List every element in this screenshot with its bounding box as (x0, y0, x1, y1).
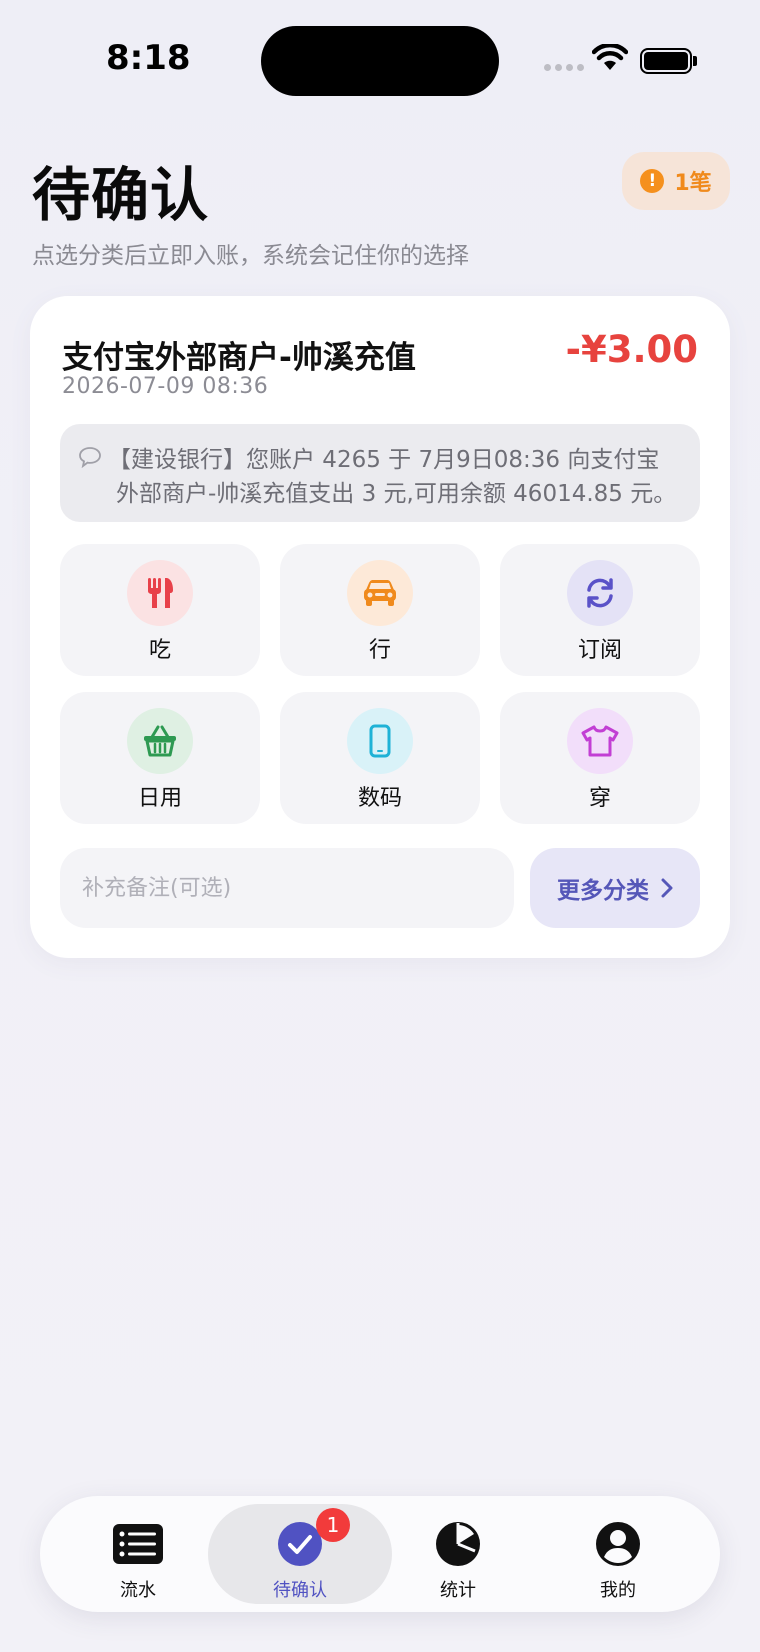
category-label: 数码 (357, 786, 402, 811)
sms-text-line2: 外部商户-帅溪充值支出 3 元,可用余额 46014.85 元。 (116, 481, 677, 507)
more-categories-button[interactable]: 更多分类 (530, 848, 700, 928)
category-clothing[interactable]: 穿 (500, 692, 700, 824)
pending-badge: 1 (316, 1508, 350, 1542)
category-digital[interactable]: 数码 (280, 692, 480, 824)
tab-pending[interactable]: 1 待确认 (208, 1504, 392, 1604)
shirt-icon (567, 708, 633, 774)
pie-chart-icon (432, 1518, 484, 1570)
list-icon (112, 1518, 164, 1570)
tab-label: 统计 (440, 1580, 476, 1601)
more-categories-label: 更多分类 (557, 878, 649, 904)
sms-text-line1: 【建设银行】您账户 4265 于 7月9日08:36 向支付宝 (108, 447, 660, 473)
category-eat[interactable]: 吃 (60, 544, 260, 676)
pending-count-text: 1笔 (674, 171, 712, 196)
note-field[interactable] (60, 848, 514, 928)
tab-label: 我的 (600, 1580, 636, 1601)
tab-label: 流水 (120, 1580, 156, 1601)
basket-icon (127, 708, 193, 774)
status-bar: 8:18 (0, 0, 760, 110)
transaction-datetime: 2026-07-09 08:36 (62, 374, 269, 399)
car-icon (347, 560, 413, 626)
tab-profile[interactable]: 我的 (538, 1504, 698, 1604)
refresh-icon (567, 560, 633, 626)
note-input[interactable] (60, 848, 514, 928)
battery-icon (640, 48, 692, 74)
category-transport[interactable]: 行 (280, 544, 480, 676)
merchant-name: 支付宝外部商户-帅溪充值 (62, 340, 416, 376)
person-icon (592, 1518, 644, 1570)
tab-bar: 流水 1 待确认 统计 我的 (40, 1496, 720, 1612)
dynamic-island (261, 26, 499, 96)
tab-label: 待确认 (273, 1580, 327, 1601)
pending-count-badge: ! 1笔 (622, 152, 730, 210)
sms-message: 【建设银行】您账户 4265 于 7月9日08:36 向支付宝 外部商户-帅溪充… (60, 424, 700, 522)
phone-icon (347, 708, 413, 774)
category-daily[interactable]: 日用 (60, 692, 260, 824)
status-time: 8:18 (106, 38, 191, 78)
transaction-card: 支付宝外部商户-帅溪充值 -¥3.00 2026-07-09 08:36 【建设… (30, 296, 730, 958)
tab-stats[interactable]: 统计 (378, 1504, 538, 1604)
page-subtitle: 点选分类后立即入账，系统会记住你的选择 (32, 243, 469, 269)
category-label: 行 (368, 638, 391, 663)
category-label: 订阅 (577, 638, 622, 663)
page-title: 待确认 (32, 161, 210, 229)
transaction-amount: -¥3.00 (565, 328, 698, 371)
category-label: 穿 (588, 786, 611, 811)
wifi-icon (592, 44, 628, 70)
category-subscription[interactable]: 订阅 (500, 544, 700, 676)
chevron-right-icon (661, 878, 673, 898)
warning-icon: ! (640, 169, 665, 193)
category-label: 吃 (148, 638, 171, 663)
cellular-signal-icon (544, 64, 584, 71)
tab-ledger[interactable]: 流水 (58, 1504, 218, 1604)
fork-knife-icon (127, 560, 193, 626)
message-bubble-icon (79, 447, 101, 468)
category-label: 日用 (137, 786, 182, 811)
